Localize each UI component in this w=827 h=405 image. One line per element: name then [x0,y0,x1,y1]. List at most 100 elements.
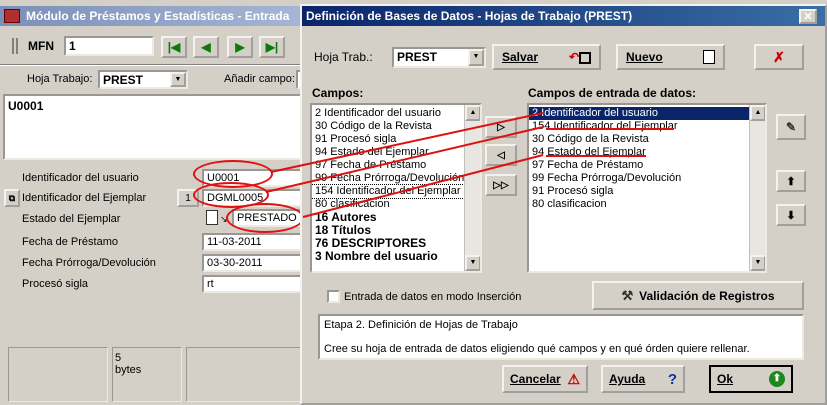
field-label-estado: Estado del Ejemplar [22,213,121,225]
help-icon: ? [667,370,677,388]
campos-list-item[interactable]: 3 Nombre del usuario [312,250,480,263]
status-panel-3 [186,347,305,402]
entrada-list-item[interactable]: 99 Fecha Prórroga/Devolución [529,172,765,185]
prev-record-button[interactable]: ◀ [193,36,219,58]
edit-field-button[interactable]: ✎ [776,114,806,140]
mfn-label: MFN [28,39,54,53]
dialog-hoja-select[interactable]: PREST ▼ [392,47,486,68]
dialog-window: Definición de Bases de Datos - Hojas de … [300,4,827,405]
anadir-campo-label: Añadir campo: [224,73,295,85]
campos-list-item[interactable]: 2 Identificador del usuario [312,107,480,120]
campos-scrollbar[interactable]: ▲ ▼ [464,105,480,271]
campos-list-item[interactable]: 97 Fecha de Préstamo [312,159,480,172]
ok-check-icon: ⬆ [769,371,785,387]
entrada-label: Campos de entrada de datos: [528,86,697,100]
entrada-list-item[interactable]: 80 clasificacion [529,198,765,211]
lookup-icon: ⧉ [8,192,16,203]
campos-label: Campos: [312,86,364,100]
validacion-button[interactable]: ⚒ Validación de Registros [592,281,804,310]
ok-button[interactable]: Ok ⬆ [709,365,793,393]
campos-list-item[interactable]: 154 Identificador del Ejemplar [312,184,480,199]
salvar-button[interactable]: Salvar ↶ [492,44,601,70]
hoja-trabajo-select[interactable]: PREST ▼ [98,70,188,89]
move-down-button[interactable]: ⬇ [776,204,806,226]
left-window-titlebar: Módulo de Préstamos y Estadísticas - Ent… [0,6,305,26]
nuevo-button[interactable]: Nuevo [616,44,725,70]
first-record-button[interactable]: |◀ [161,36,187,58]
entrada-list-item[interactable]: 154 Identificador del Ejemplar [529,120,765,133]
toolbar-divider [0,64,305,66]
double-arrow-right-icon: ▷▷ [493,179,509,191]
record-text: U0001 [8,99,44,113]
nuevo-label: Nuevo [626,50,663,64]
mfn-input[interactable]: 1 [64,36,154,56]
entrada-list-item[interactable]: 30 Código de la Revista [529,133,765,146]
entrada-list-item[interactable]: 2 Identificador del usuario [529,107,765,120]
chevron-down-icon[interactable]: ▼ [170,72,186,87]
field-label-usuario: Identificador del usuario [22,172,139,184]
app-icon [4,9,20,23]
procesó-input[interactable]: rt [202,275,305,293]
ejemplar-lookup-button[interactable]: ⧉ [4,189,20,207]
status-size: 5 [115,352,122,364]
field-label-fecha-prestamo: Fecha de Préstamo [22,236,118,248]
grip-icon [12,38,18,54]
highlight-ellipse-estado [226,203,304,233]
info-panel: Etapa 2. Definición de Hojas de Trabajo … [318,314,804,360]
entrada-list-item[interactable]: 91 Procesó sigla [529,185,765,198]
info-line-2: Cree su hoja de entrada de datos eligien… [324,343,750,355]
status-unit: bytes [115,364,142,376]
campos-list-item[interactable]: 94 Estado del Ejemplar [312,146,480,159]
floppy-icon: ↶ [569,50,591,64]
status-panel-2: 5 bytes [112,347,182,402]
document-icon[interactable] [206,210,218,225]
entrada-list[interactable]: 2 Identificador del usuario 154 Identific… [527,103,767,273]
arrow-up-icon: ⬆ [786,175,796,188]
next-record-button[interactable]: ▶ [227,36,253,58]
delete-button[interactable]: ✗ [754,44,804,70]
campos-list[interactable]: 2 Identificador del usuario 30 Código de … [310,103,482,273]
left-window-title: Módulo de Préstamos y Estadísticas - Ent… [26,9,290,23]
ayuda-button[interactable]: Ayuda ? [601,365,685,393]
close-button[interactable]: ✕ [799,9,817,24]
dialog-hoja-label: Hoja Trab.: [314,50,373,64]
scroll-up-icon[interactable]: ▲ [465,105,480,121]
status-panel-1 [8,347,108,402]
fecha-prestamo-input[interactable]: 11-03-2011 [202,233,305,251]
campos-list-item[interactable]: 91 Procesó sigla [312,133,480,146]
scroll-down-icon[interactable]: ▼ [465,255,480,271]
chevron-down-icon[interactable]: ▼ [468,49,484,66]
hoja-trabajo-value: PREST [103,73,144,87]
insert-mode-checkbox[interactable] [327,290,340,303]
move-up-button[interactable]: ⬆ [776,170,806,192]
scroll-up-icon[interactable]: ▲ [750,105,765,121]
scroll-down-icon[interactable]: ▼ [750,255,765,271]
dialog-hoja-value: PREST [397,50,438,64]
remove-field-button[interactable]: ◁ [485,144,517,166]
delete-icon: ✗ [773,48,785,65]
entrada-list-item[interactable]: 94 Estado del Ejemplar [529,146,765,159]
arrow-down-icon: ⬇ [786,209,796,222]
last-record-button[interactable]: ▶| [259,36,285,58]
add-all-button[interactable]: ▷▷ [485,174,517,196]
close-icon: ✕ [803,11,813,23]
entrada-scrollbar[interactable]: ▲ ▼ [749,105,765,271]
cancelar-button[interactable]: Cancelar ⚠ [502,365,588,393]
salvar-label: Salvar [502,50,539,64]
campos-list-item[interactable]: 30 Código de la Revista [312,120,480,133]
record-toolbar: MFN 1 |◀ ◀ ▶ ▶| [0,30,305,64]
cancelar-label: Cancelar [510,372,561,386]
hoja-trabajo-label: Hoja Trabajo: [27,73,93,85]
status-bar: 5 bytes [0,343,305,405]
fecha-devolucion-input[interactable]: 03-30-2011 [202,254,305,272]
first-icon: |◀ [167,40,181,54]
entrada-list-item[interactable]: 97 Fecha de Préstamo [529,159,765,172]
dialog-titlebar: Definición de Bases de Datos - Hojas de … [302,6,825,26]
dialog-title: Definición de Bases de Datos - Hojas de … [306,9,633,23]
add-field-button[interactable]: ▷ [485,116,517,138]
field-label-fecha-devolucion: Fecha Prórroga/Devolución [22,257,156,269]
last-icon: ▶| [265,40,279,54]
insert-mode-label: Entrada de datos en modo Inserción [344,291,522,303]
campos-list-item[interactable]: 99 Fecha Prórroga/Devolución [312,172,480,185]
arrow-right-icon: ▷ [497,121,505,133]
